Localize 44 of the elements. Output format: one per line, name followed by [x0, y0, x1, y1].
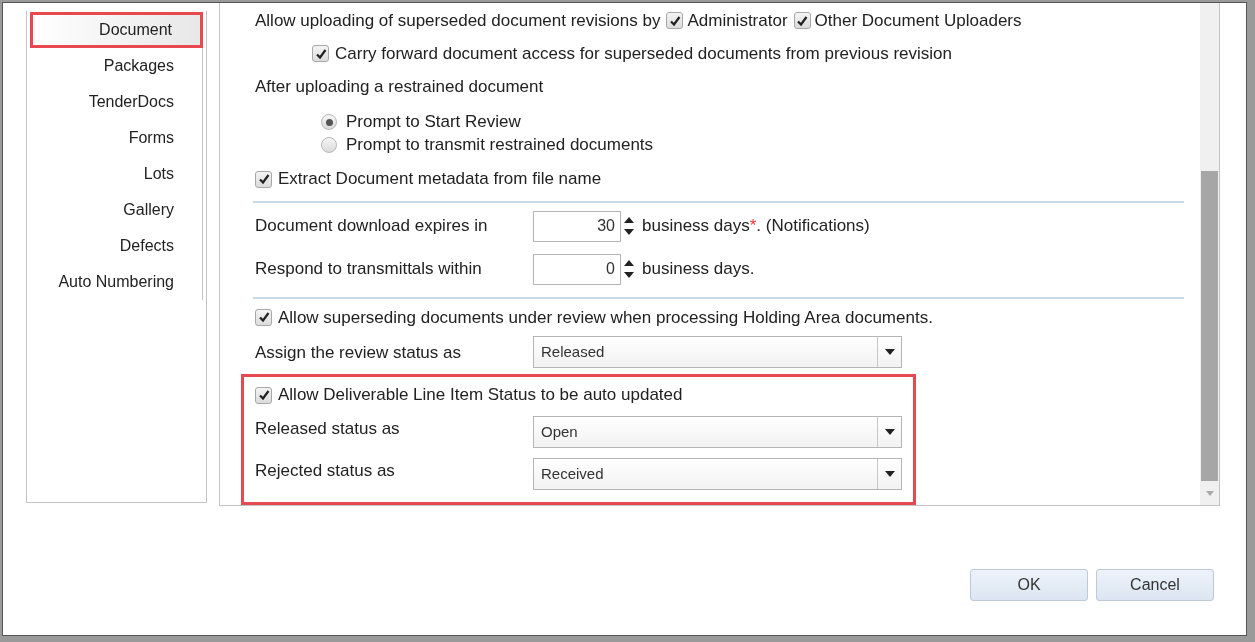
dropdown[interactable]: Received [533, 458, 902, 491]
setting-label: Rejected status as [255, 460, 396, 483]
setting-label: Respond to transmittals within [255, 258, 483, 281]
checkbox[interactable] [255, 170, 272, 188]
caret-icon [884, 429, 895, 436]
sidebar-item[interactable]: Forms [30, 120, 203, 156]
checkbox-label: Allow superseding documents under review when processing Holding Area documents. [278, 306, 933, 329]
dialog-button[interactable]: Cancel [1096, 569, 1214, 601]
checkbox[interactable] [793, 12, 811, 30]
sidebar-item[interactable]: Lots [30, 156, 203, 192]
checkbox[interactable] [312, 45, 329, 63]
sidebar-item[interactable]: Gallery [30, 192, 203, 228]
checkbox-label: Allow Deliverable Line Item Status to be auto updated [278, 384, 683, 407]
checkbox-label: Carry forward document access for superseded documents from previous revision [335, 43, 952, 66]
radio-label: Prompt to transmit restrained documents [346, 134, 654, 157]
setting-label: After uploading a restrained document [255, 76, 544, 99]
checkbox[interactable] [255, 386, 272, 404]
checkbox-label: Administrator [687, 9, 788, 32]
setting-label: Released status as [255, 418, 401, 441]
radio-button[interactable] [321, 137, 337, 154]
dropdown[interactable]: Open [533, 416, 902, 449]
unit-label: business days*. (Notifications) [642, 215, 870, 238]
checkbox[interactable] [666, 12, 684, 30]
setting-label: Allow uploading of superseded document revisions by [255, 9, 661, 32]
dropdown[interactable]: Released [533, 336, 902, 369]
checkbox-label: Other Document Uploaders [814, 9, 1022, 32]
dialog-button[interactable]: OK [970, 569, 1088, 601]
setting-label: Document download expires in [255, 215, 489, 238]
sidebar-item[interactable]: Auto Numbering [30, 264, 203, 300]
sidebar-item[interactable]: Defects [30, 228, 203, 264]
caret-icon [884, 349, 895, 356]
number-field[interactable]: 0 [533, 253, 621, 285]
checkbox-label: Extract Document metadata from file name [278, 168, 602, 191]
setting-label: Assign the review status as [255, 341, 462, 364]
sidebar-item[interactable]: Packages [30, 48, 203, 84]
scrollbar[interactable] [1200, 3, 1219, 505]
number-field[interactable]: 30 [533, 210, 621, 242]
sidebar-item[interactable]: TenderDocs [30, 84, 203, 120]
caret-icon [884, 471, 895, 478]
radio-button[interactable] [321, 114, 337, 131]
checkbox[interactable] [255, 308, 272, 326]
unit-label: business days. [642, 258, 755, 281]
sidebar-item[interactable]: Document [30, 12, 203, 48]
radio-label: Prompt to Start Review [346, 111, 521, 134]
